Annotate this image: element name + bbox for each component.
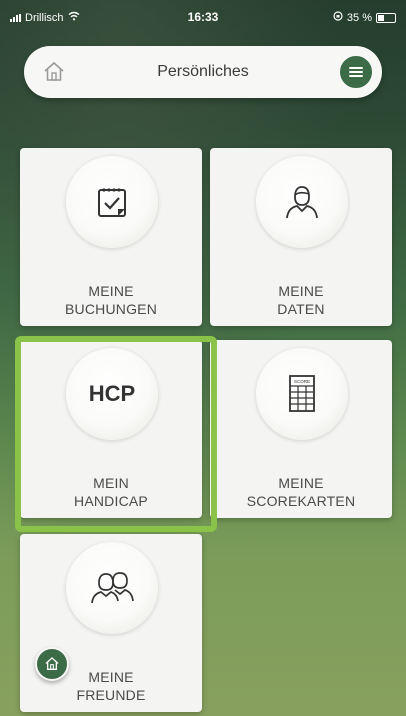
tile-meine-buchungen[interactable]: MEINE BUCHUNGEN [20, 148, 202, 326]
status-right: 35 % [333, 11, 396, 24]
tile-meine-scorekarten[interactable]: SCORE MEINE SCOREKARTEN [210, 340, 392, 518]
battery-icon [376, 12, 396, 23]
tile-meine-freunde[interactable]: MEINE FREUNDE [20, 534, 202, 712]
friends-icon [91, 572, 134, 604]
tile-label: MEINE DATEN [277, 283, 325, 317]
status-bar: Drillisch 16:33 35 % [0, 0, 406, 36]
home-icon [45, 657, 59, 670]
home-floating-button[interactable] [35, 647, 69, 681]
tile-label: MEINE BUCHUNGEN [64, 283, 158, 317]
tile-icon-circle [66, 156, 158, 248]
battery-percent: 35 % [346, 11, 372, 24]
scorecard-icon: SCORE [289, 375, 315, 412]
tile-icon-circle [66, 542, 158, 634]
header-bar: Persönliches [24, 46, 382, 98]
svg-text:SCORE: SCORE [294, 379, 310, 384]
menu-button[interactable] [338, 54, 374, 90]
page-title: Persönliches [157, 63, 249, 80]
menu-icon [349, 67, 363, 77]
booking-icon [98, 188, 126, 217]
tile-label: MEINE SCOREKARTEN [246, 475, 356, 509]
tile-icon-circle [256, 156, 348, 248]
selection-highlight [15, 336, 217, 532]
tile-meine-daten[interactable]: MEINE DATEN [210, 148, 392, 326]
user-icon [286, 186, 318, 219]
orientation-lock-icon [333, 11, 343, 24]
tile-icon-circle: SCORE [256, 348, 348, 440]
